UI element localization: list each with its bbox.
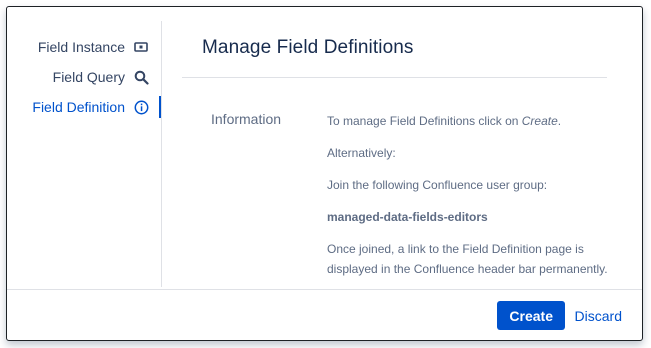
field-instance-icon (133, 39, 149, 55)
sidebar-item-field-instance[interactable]: Field Instance (38, 36, 161, 58)
sidebar-item-label: Field Query (52, 69, 125, 85)
create-button[interactable]: Create (497, 301, 565, 330)
information-label: Information (211, 111, 282, 127)
sidebar: Field Instance Field Query Field Definit… (7, 21, 162, 287)
sidebar-item-field-definition[interactable]: Field Definition (32, 96, 161, 118)
instruction-prefix: To manage Field Definitions click on (327, 114, 522, 128)
page-title: Manage Field Definitions (202, 37, 414, 58)
information-text: To manage Field Definitions click on Cre… (327, 111, 617, 291)
user-group-name: managed-data-fields-editors (327, 210, 488, 224)
main-panel: Manage Field Definitions Information To … (162, 7, 642, 289)
join-group-line: Join the following Confluence user group… (327, 178, 548, 192)
create-emphasis: Create (521, 114, 558, 128)
sidebar-item-field-query[interactable]: Field Query (53, 66, 161, 88)
sidebar-item-label: Field Definition (32, 99, 125, 115)
manage-field-definitions-dialog: Field Instance Field Query Field Definit… (6, 6, 643, 341)
title-divider (182, 77, 607, 78)
search-icon (133, 69, 149, 85)
dialog-footer: Create Discard (7, 289, 642, 340)
once-joined-line: Once joined, a link to the Field Definit… (327, 242, 608, 276)
discard-button[interactable]: Discard (575, 301, 622, 330)
info-icon (133, 99, 149, 115)
instruction-suffix: . (557, 114, 562, 128)
instruction-line: To manage Field Definitions click on Cre… (327, 111, 617, 131)
sidebar-item-label: Field Instance (37, 39, 125, 55)
alternatively-line: Alternatively: (327, 146, 396, 160)
